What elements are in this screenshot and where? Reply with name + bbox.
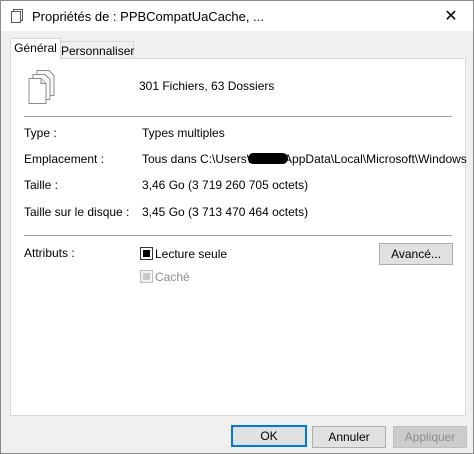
location-label: Emplacement : <box>24 152 105 166</box>
cancel-button[interactable]: Annuler <box>312 426 386 448</box>
multiple-files-icon <box>27 69 57 105</box>
ok-button[interactable]: OK <box>231 425 307 447</box>
size-label: Taille : <box>24 178 59 192</box>
redaction-mark <box>248 153 289 164</box>
disk-size-value: 3,45 Go (3 713 470 464 octets) <box>142 205 309 219</box>
title-bar: Propriétés de : PPBCompatUaCache, ... ✕ <box>1 1 473 31</box>
type-value: Types multiples <box>142 126 225 140</box>
location-suffix: AppData\Local\Microsoft\Windows <box>284 152 467 166</box>
disk-size-label: Taille sur le disque : <box>24 205 130 219</box>
close-button[interactable]: ✕ <box>429 1 473 31</box>
apply-button: Appliquer <box>393 426 467 448</box>
location-value: Tous dans C:\Users\ AppData\Local\Microso… <box>142 152 467 166</box>
properties-dialog: Propriétés de : PPBCompatUaCache, ... ✕ … <box>0 0 474 454</box>
tab-general[interactable]: Général <box>10 38 61 60</box>
close-icon: ✕ <box>444 8 458 25</box>
location-prefix: Tous dans C:\Users\ <box>142 152 251 166</box>
attributes-label: Attributs : <box>24 246 75 260</box>
separator <box>24 116 452 117</box>
folder-properties-icon <box>10 9 24 23</box>
hidden-label: Caché <box>155 270 190 284</box>
general-panel: 301 Fichiers, 63 Dossiers Type : Types m… <box>10 58 467 416</box>
readonly-label[interactable]: Lecture seule <box>155 247 227 261</box>
window-title: Propriétés de : PPBCompatUaCache, ... <box>32 9 264 24</box>
readonly-checkbox[interactable] <box>140 247 153 260</box>
contents-summary: 301 Fichiers, 63 Dossiers <box>139 79 275 93</box>
advanced-button[interactable]: Avancé... <box>379 243 453 265</box>
size-value: 3,46 Go (3 719 260 705 octets) <box>142 178 309 192</box>
hidden-checkbox <box>140 270 153 283</box>
separator <box>24 235 452 236</box>
type-label: Type : <box>24 126 57 140</box>
